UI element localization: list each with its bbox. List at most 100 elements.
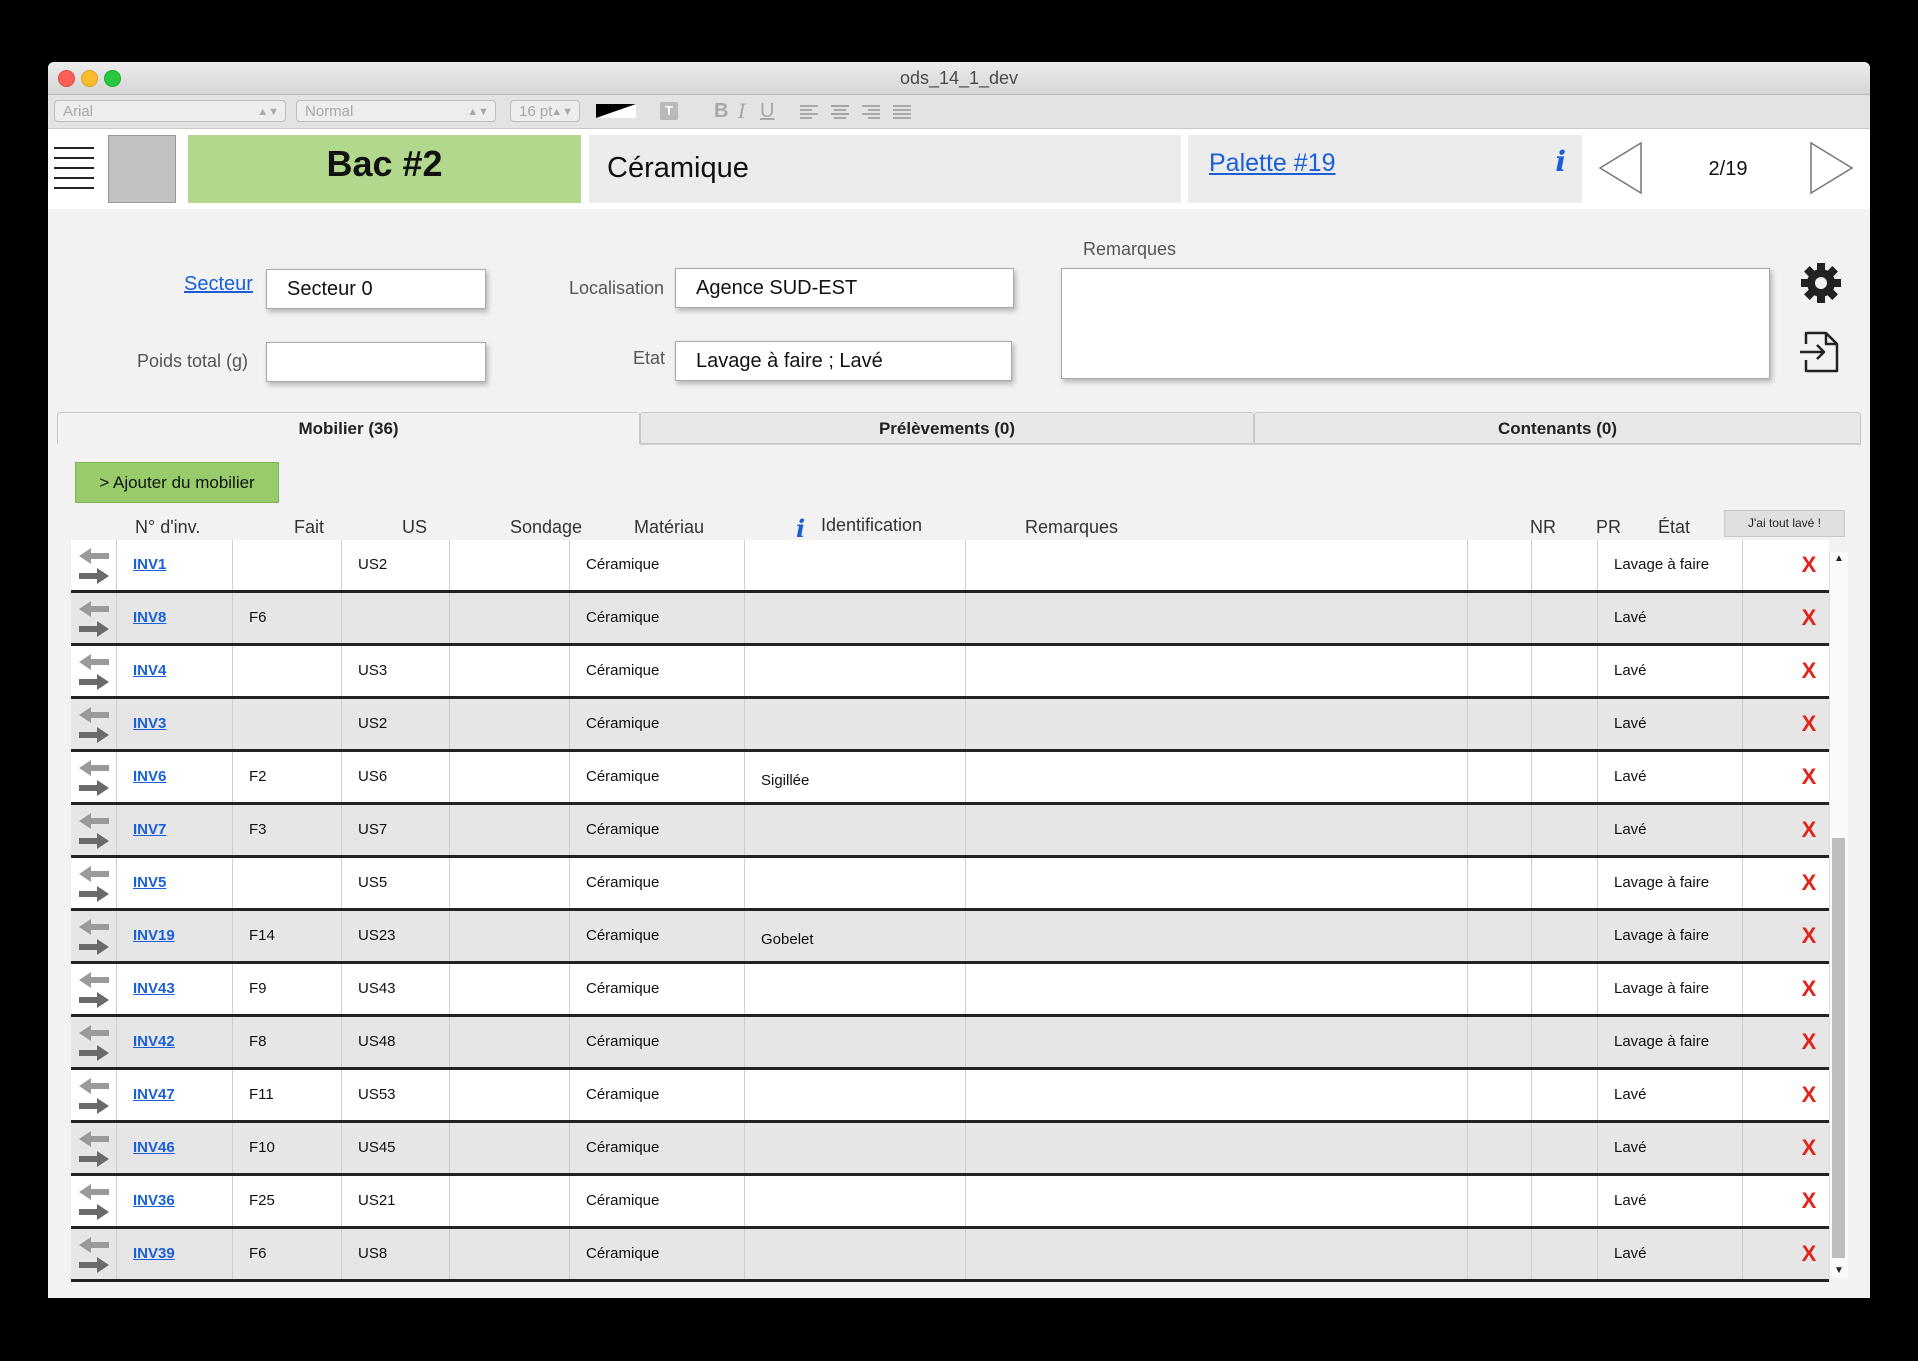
swap-arrows-icon[interactable]: [71, 911, 117, 961]
sondage-cell[interactable]: [450, 540, 570, 590]
text-color-icon[interactable]: [596, 100, 636, 122]
nr-cell[interactable]: [1468, 593, 1532, 643]
table-row[interactable]: INV1 US2 Céramique Lavage à faire X: [71, 540, 1829, 593]
col-materiau[interactable]: Matériau: [634, 517, 704, 538]
identification-cell[interactable]: [745, 1176, 966, 1226]
bold-icon[interactable]: B: [714, 100, 728, 122]
tab-prelevements[interactable]: Prélèvements (0): [640, 412, 1254, 444]
identification-cell[interactable]: [745, 1017, 966, 1067]
materiau-cell[interactable]: Céramique: [570, 646, 745, 696]
delete-row-x-icon[interactable]: X: [1789, 1017, 1829, 1067]
swap-arrows-icon[interactable]: [71, 1070, 117, 1120]
info-icon[interactable]: i: [796, 514, 805, 543]
swap-arrows-icon[interactable]: [71, 699, 117, 749]
inv-link[interactable]: INV19: [117, 911, 233, 961]
remarques-cell[interactable]: [966, 540, 1468, 590]
materiau-cell[interactable]: Céramique: [570, 858, 745, 908]
thumbnail-placeholder[interactable]: [108, 135, 176, 203]
nr-cell[interactable]: [1468, 752, 1532, 802]
inv-link[interactable]: INV5: [117, 858, 233, 908]
nr-cell[interactable]: [1468, 805, 1532, 855]
materiau-cell[interactable]: Céramique: [570, 1017, 745, 1067]
materiau-cell[interactable]: Céramique: [570, 964, 745, 1014]
pr-cell[interactable]: [1532, 964, 1598, 1014]
table-row[interactable]: INV36 F25 US21 Céramique Lavé X: [71, 1176, 1829, 1229]
swap-arrows-icon[interactable]: [71, 858, 117, 908]
identification-cell[interactable]: [745, 593, 966, 643]
pr-cell[interactable]: [1532, 1176, 1598, 1226]
remarques-cell[interactable]: [966, 752, 1468, 802]
delete-row-x-icon[interactable]: X: [1789, 646, 1829, 696]
sondage-cell[interactable]: [450, 699, 570, 749]
pr-cell[interactable]: [1532, 805, 1598, 855]
nr-cell[interactable]: [1468, 699, 1532, 749]
table-row[interactable]: INV47 F11 US53 Céramique Lavé X: [71, 1070, 1829, 1123]
etat-cell[interactable]: Lavé: [1598, 646, 1743, 696]
localisation-field[interactable]: Agence SUD-EST: [675, 268, 1014, 308]
fait-cell[interactable]: F2: [233, 752, 342, 802]
info-icon[interactable]: i: [1555, 145, 1566, 178]
etat-cell[interactable]: Lavé: [1598, 1229, 1743, 1279]
nr-cell[interactable]: [1468, 1229, 1532, 1279]
materiau-cell[interactable]: Céramique: [570, 540, 745, 590]
remarques-cell[interactable]: [966, 1229, 1468, 1279]
table-row[interactable]: INV39 F6 US8 Céramique Lavé X: [71, 1229, 1829, 1282]
sondage-cell[interactable]: [450, 593, 570, 643]
us-cell[interactable]: US48: [342, 1017, 450, 1067]
sondage-cell[interactable]: [450, 805, 570, 855]
identification-cell[interactable]: [745, 1229, 966, 1279]
inv-link[interactable]: INV8: [117, 593, 233, 643]
pr-cell[interactable]: [1532, 1123, 1598, 1173]
nr-cell[interactable]: [1468, 1176, 1532, 1226]
etat-cell[interactable]: Lavage à faire: [1598, 540, 1743, 590]
remarques-cell[interactable]: [966, 964, 1468, 1014]
poids-field[interactable]: [266, 342, 486, 382]
fait-cell[interactable]: F14: [233, 911, 342, 961]
etat-cell[interactable]: Lavage à faire: [1598, 1017, 1743, 1067]
inv-link[interactable]: INV1: [117, 540, 233, 590]
remarques-cell[interactable]: [966, 1123, 1468, 1173]
materiau-cell[interactable]: Céramique: [570, 911, 745, 961]
scroll-up-icon[interactable]: ▲: [1830, 552, 1848, 566]
pr-cell[interactable]: [1532, 858, 1598, 908]
etat-cell[interactable]: Lavé: [1598, 752, 1743, 802]
col-remarques[interactable]: Remarques: [1025, 517, 1118, 538]
fait-cell[interactable]: F6: [233, 593, 342, 643]
table-scrollbar[interactable]: ▲ ▼: [1829, 552, 1848, 1278]
etat-cell[interactable]: Lavage à faire: [1598, 964, 1743, 1014]
swap-arrows-icon[interactable]: [71, 964, 117, 1014]
delete-row-x-icon[interactable]: X: [1789, 593, 1829, 643]
remarques-cell[interactable]: [966, 646, 1468, 696]
identification-cell[interactable]: [745, 805, 966, 855]
hamburger-menu-icon[interactable]: [54, 145, 94, 189]
identification-cell[interactable]: [745, 964, 966, 1014]
us-cell[interactable]: US2: [342, 699, 450, 749]
palette-link[interactable]: Palette #19: [1209, 149, 1336, 178]
tab-contenants[interactable]: Contenants (0): [1254, 412, 1861, 444]
inv-link[interactable]: INV39: [117, 1229, 233, 1279]
sondage-cell[interactable]: [450, 1229, 570, 1279]
pr-cell[interactable]: [1532, 540, 1598, 590]
materiau-cell[interactable]: Céramique: [570, 1123, 745, 1173]
scroll-thumb[interactable]: [1832, 838, 1845, 1258]
swap-arrows-icon[interactable]: [71, 1123, 117, 1173]
sondage-cell[interactable]: [450, 858, 570, 908]
scroll-down-icon[interactable]: ▼: [1830, 1264, 1848, 1278]
inv-link[interactable]: INV4: [117, 646, 233, 696]
col-etat[interactable]: État: [1658, 517, 1690, 538]
fait-cell[interactable]: [233, 699, 342, 749]
font-select[interactable]: Arial ▲▼: [54, 100, 286, 122]
pr-cell[interactable]: [1532, 646, 1598, 696]
remarques-cell[interactable]: [966, 1176, 1468, 1226]
delete-row-x-icon[interactable]: X: [1789, 1070, 1829, 1120]
etat-cell[interactable]: Lavé: [1598, 805, 1743, 855]
remarques-cell[interactable]: [966, 1070, 1468, 1120]
inv-link[interactable]: INV3: [117, 699, 233, 749]
remarques-cell[interactable]: [966, 858, 1468, 908]
sondage-cell[interactable]: [450, 1070, 570, 1120]
delete-row-x-icon[interactable]: X: [1789, 752, 1829, 802]
sondage-cell[interactable]: [450, 964, 570, 1014]
table-row[interactable]: INV3 US2 Céramique Lavé X: [71, 699, 1829, 752]
us-cell[interactable]: US3: [342, 646, 450, 696]
us-cell[interactable]: US5: [342, 858, 450, 908]
